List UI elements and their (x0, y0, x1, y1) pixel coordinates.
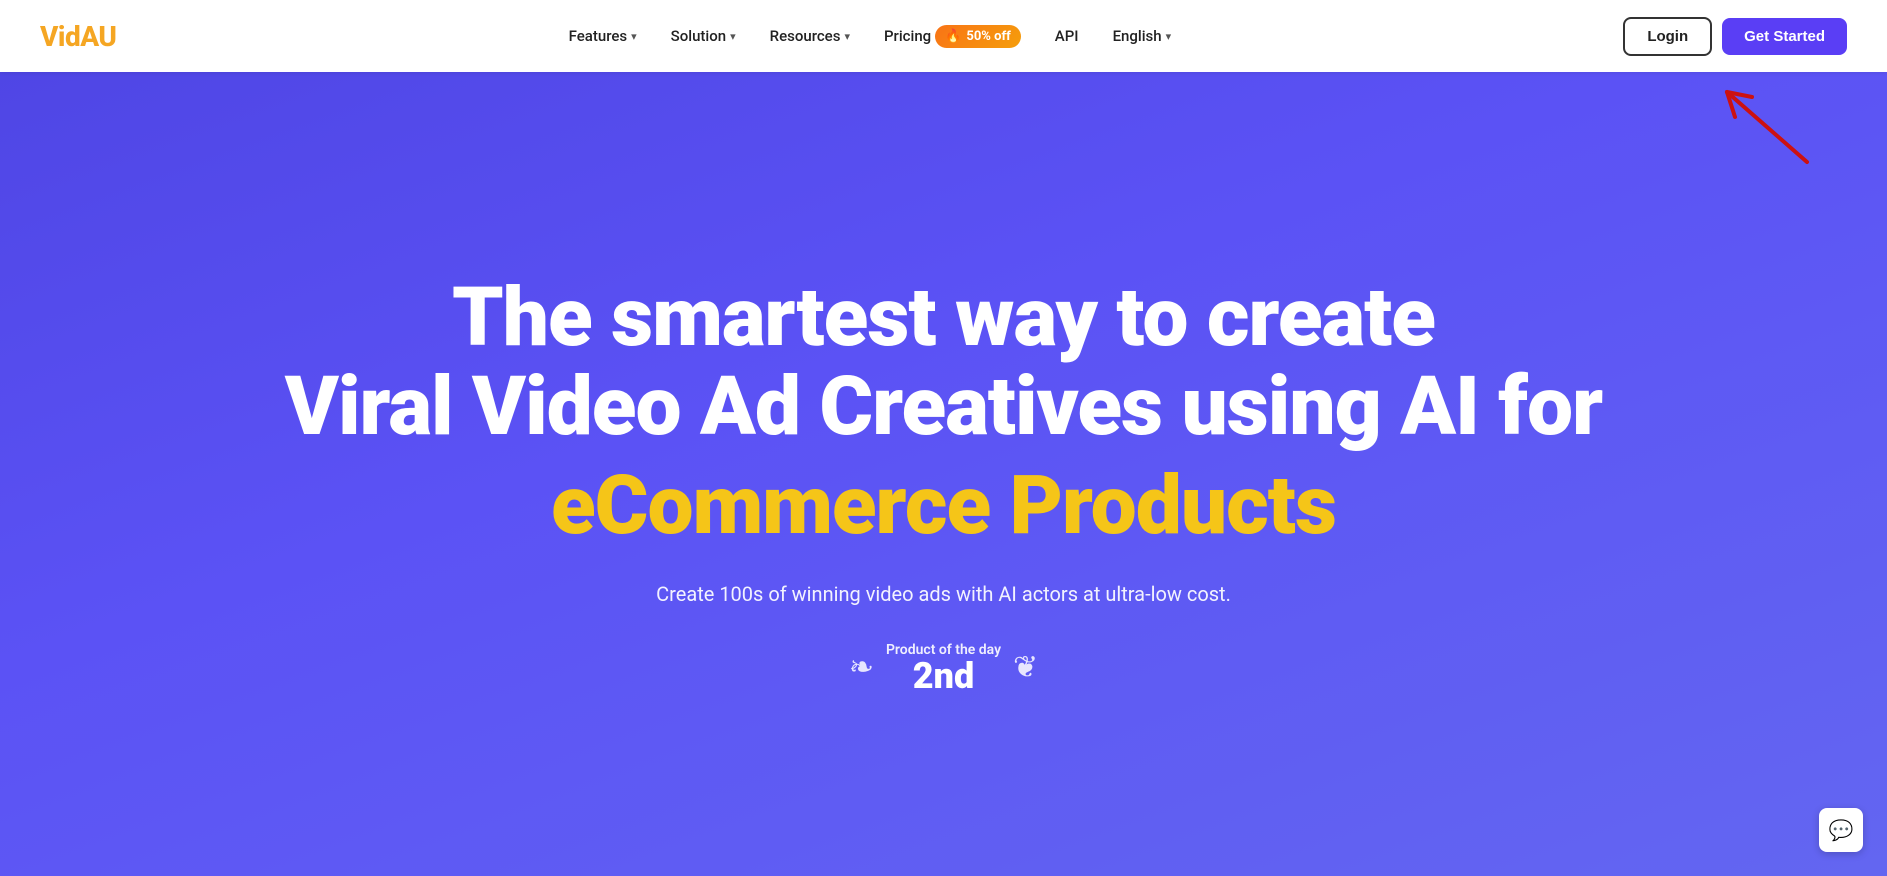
hero-title: The smartest way to create Viral Video A… (285, 274, 1602, 551)
nav-api-label: API (1055, 27, 1079, 45)
nav-item-resources[interactable]: Resources ▾ (756, 19, 864, 53)
arrow-annotation (1707, 82, 1827, 172)
product-of-day-badge: ❧ Product of the day 2nd ❦ (849, 642, 1038, 694)
navbar-actions: Login Get Started (1623, 17, 1847, 56)
nav-item-solution[interactable]: Solution ▾ (657, 19, 750, 53)
get-started-button[interactable]: Get Started (1722, 18, 1847, 55)
badge-inner: ❧ Product of the day 2nd ❦ (849, 642, 1038, 694)
nav-item-pricing[interactable]: Pricing 🔥 50% off (870, 17, 1035, 56)
badge-rank-number: 2nd (913, 658, 974, 694)
laurel-left-icon: ❧ (849, 650, 874, 685)
fire-icon: 🔥 (945, 29, 961, 44)
nav-item-language[interactable]: English ▾ (1099, 19, 1186, 53)
badge-label: Product of the day 2nd (886, 642, 1001, 694)
navbar: VidAU Features ▾ Solution ▾ Resources ▾ … (0, 0, 1887, 72)
hero-section: The smartest way to create Viral Video A… (0, 72, 1887, 876)
chevron-down-icon: ▾ (730, 30, 736, 43)
nav-features-label: Features (569, 27, 627, 45)
chevron-down-icon: ▾ (631, 30, 637, 43)
pricing-discount-badge: 🔥 50% off (935, 25, 1021, 48)
login-button[interactable]: Login (1623, 17, 1712, 56)
nav-language-label: English (1113, 27, 1162, 45)
nav-item-api[interactable]: API (1041, 19, 1093, 53)
nav-solution-label: Solution (671, 27, 726, 45)
chat-support-button[interactable]: 💬 (1819, 808, 1863, 852)
hero-title-highlight: eCommerce Products (285, 461, 1602, 551)
nav-items: Features ▾ Solution ▾ Resources ▾ Pricin… (555, 17, 1185, 56)
chevron-down-icon: ▾ (844, 30, 850, 43)
chevron-down-icon: ▾ (1166, 30, 1172, 43)
chat-icon: 💬 (1829, 818, 1854, 842)
laurel-right-icon: ❦ (1013, 650, 1038, 685)
nav-resources-label: Resources (770, 27, 841, 45)
hero-title-line2: Viral Video Ad Creatives using AI for (285, 359, 1602, 455)
nav-pricing-label: Pricing (884, 27, 931, 45)
hero-title-line1: The smartest way to create (452, 270, 1435, 366)
hero-subtitle: Create 100s of winning video ads with AI… (656, 582, 1231, 606)
logo-text: VidAU (40, 20, 116, 53)
nav-item-features[interactable]: Features ▾ (555, 19, 651, 53)
logo[interactable]: VidAU (40, 20, 116, 53)
pricing-discount-text: 50% off (966, 29, 1010, 44)
